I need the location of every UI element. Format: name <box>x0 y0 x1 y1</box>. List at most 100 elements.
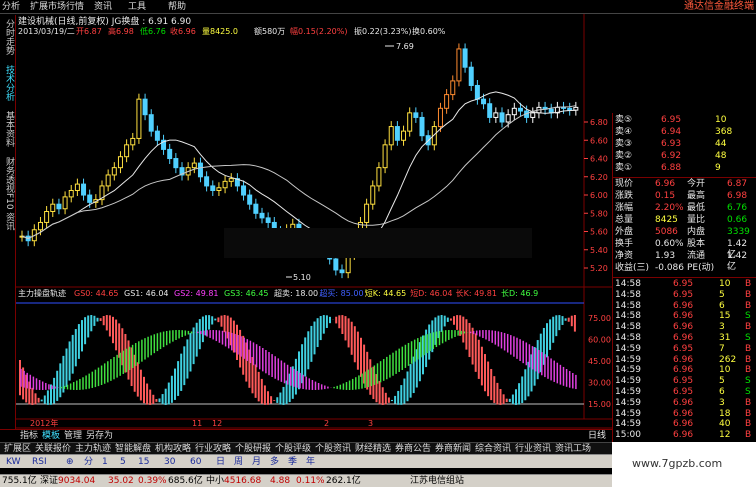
candle-body <box>228 178 234 182</box>
price-tick-label: 5.40 <box>590 246 608 255</box>
stat-label: 现价 <box>615 179 634 189</box>
kline-chart-area[interactable]: 建设机械(日线,前复权) JG换盘 : 6.91 6.90 2013/03/19… <box>0 0 612 442</box>
candle-body <box>339 269 345 274</box>
stat-value: 5086 <box>655 227 678 237</box>
tick-volume: 10 <box>719 279 731 289</box>
candle-body <box>259 212 265 219</box>
tick-price: 6.95 <box>673 376 694 387</box>
candle-body <box>81 183 87 196</box>
tick-direction: B <box>745 397 752 408</box>
candle-body <box>413 112 419 118</box>
tick-row: 14:59 6.95 7 B <box>615 344 755 355</box>
indicator-value: GS3: 46.45 <box>224 289 269 298</box>
period-button[interactable]: 日 <box>216 457 225 467</box>
stat-value: - <box>727 263 731 273</box>
ask-price: 6.88 <box>661 163 682 173</box>
kline-turnover: 换0.60% <box>412 26 446 36</box>
tick-time: 14:58 <box>615 311 641 322</box>
tick-row: 14:58 6.95 5 B <box>615 290 755 301</box>
tab-template[interactable]: 模板 <box>42 431 60 442</box>
period-button[interactable]: 5 <box>120 457 126 467</box>
tab-save-as[interactable]: 另存为 <box>86 431 113 442</box>
candle-body <box>253 203 259 214</box>
candle-body <box>530 112 536 118</box>
candle-body <box>167 148 173 160</box>
period-button[interactable]: 多 <box>270 457 279 467</box>
period-button[interactable]: KW <box>6 457 20 467</box>
period-button[interactable]: 分 <box>84 457 93 467</box>
period-button[interactable]: 周 <box>234 457 243 467</box>
sz-value: 9034.04 <box>58 476 96 486</box>
period-button[interactable]: 15 <box>138 457 149 467</box>
candle-body <box>573 106 579 111</box>
candle-body <box>210 185 216 191</box>
period-button[interactable]: 30 <box>164 457 175 467</box>
stat-row: 换手 0.60% 股本 1.42亿 <box>615 239 755 260</box>
stat-value: 0.66 <box>727 215 748 225</box>
period-button[interactable]: RSI <box>32 457 47 467</box>
kline-info-row: 2013/03/19/二 开6.87 高6.98 低6.76 收6.96 量84… <box>18 26 446 36</box>
candle-body <box>62 196 68 210</box>
brand-title: 通达信金融终端 <box>684 1 754 12</box>
stat-value: 6.96 <box>655 179 676 189</box>
period-label: 日线 <box>588 431 607 441</box>
high-marker-label: 7.69 <box>396 42 414 51</box>
candle-body <box>241 185 247 196</box>
candle-body <box>105 174 111 187</box>
indicator-value: 短D: 46.04 <box>410 288 452 298</box>
indicator-value: 超买: 85.00 <box>319 288 363 298</box>
stat-label: 内盘 <box>687 227 706 237</box>
tick-volume: 10 <box>719 365 731 376</box>
sh-amount: 755.1亿 <box>2 476 37 486</box>
tick-volume: 18 <box>719 408 731 419</box>
tick-row: 14:58 6.95 10 B <box>615 279 755 290</box>
ask-row: 卖④ 6.94 368 <box>615 127 755 138</box>
ask-row: 卖⑤ 6.95 10 <box>615 115 755 126</box>
period-button[interactable]: 60 <box>190 457 201 467</box>
tick-volume: 31 <box>719 333 731 343</box>
tick-volume: 12 <box>719 430 731 441</box>
candle-body <box>148 114 154 132</box>
stat-row: 净资 1.93 流通 1.42亿 <box>615 251 755 272</box>
tick-price: 6.95 <box>673 279 694 289</box>
ask-volume: 368 <box>715 127 733 137</box>
tick-time: 14:59 <box>615 387 641 397</box>
tick-row: 14:58 6.96 6 B <box>615 301 755 312</box>
candle-body <box>407 112 413 132</box>
tick-time: 14:59 <box>615 354 641 365</box>
candle-body <box>173 158 179 169</box>
candle-body <box>517 107 523 112</box>
indicator-tick-label: 45.00 <box>588 357 611 366</box>
period-button[interactable]: 年 <box>306 457 315 467</box>
indicator-value: GS2: 49.81 <box>174 289 219 298</box>
candle-body <box>216 187 222 191</box>
kline-close: 收6.96 <box>170 26 196 36</box>
tab-manage[interactable]: 管理 <box>64 431 82 442</box>
kline-high: 高6.98 <box>108 26 134 36</box>
candle-body <box>130 137 136 146</box>
candle-body <box>124 144 130 158</box>
stat-label: 收益(三) <box>615 263 650 273</box>
period-button[interactable]: ⊕ <box>66 457 74 467</box>
tick-price: 6.95 <box>673 387 694 397</box>
ask-row: 卖② 6.92 48 <box>615 151 755 162</box>
candle-body <box>247 194 253 205</box>
kline-change: 幅0.15(2.20%) <box>290 26 347 36</box>
period-button[interactable]: 月 <box>252 457 261 467</box>
tick-volume: 3 <box>719 397 725 408</box>
tick-time: 14:59 <box>615 365 641 376</box>
candle-body <box>136 98 142 139</box>
ask-row: 卖① 6.88 9 <box>615 163 755 174</box>
indicator-value: 短K: 44.65 <box>365 288 406 298</box>
stat-label: 最高 <box>687 191 706 201</box>
tick-row: 14:59 6.95 6 S <box>615 387 755 398</box>
date-tick-label: 2 <box>324 419 329 428</box>
period-button[interactable]: 1 <box>102 457 108 467</box>
period-button[interactable]: 季 <box>288 457 297 467</box>
kline-amount: 额580万 <box>254 26 285 36</box>
ask-volume: 48 <box>715 151 727 161</box>
tab-indicator[interactable]: 指标 <box>20 431 38 442</box>
tick-time: 14:59 <box>615 397 641 408</box>
tick-volume: 7 <box>719 343 725 354</box>
tick-price: 6.95 <box>673 343 694 354</box>
